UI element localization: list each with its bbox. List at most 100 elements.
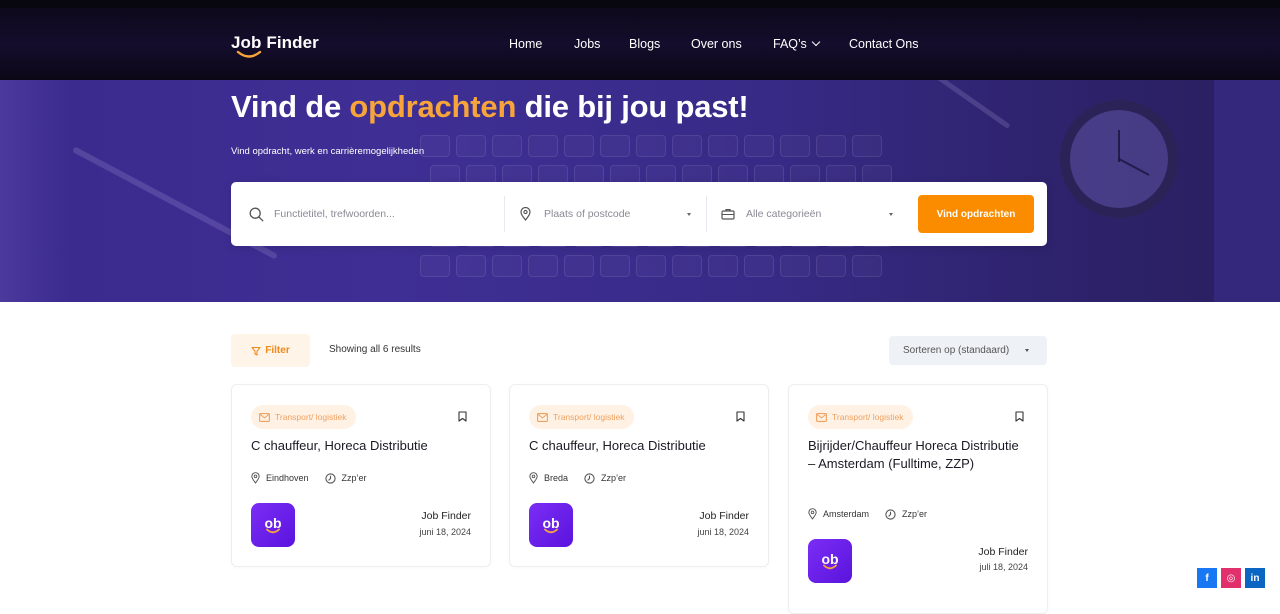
bookmark-icon[interactable] <box>736 411 745 422</box>
keyboard-key-decoration <box>528 255 558 277</box>
keyboard-key-decoration <box>744 255 774 277</box>
keyboard-key-decoration <box>420 135 450 157</box>
hero-title-end: die bij jou past! <box>516 89 749 124</box>
company-logo: ob <box>251 503 295 547</box>
company-name: Job Finder <box>421 510 471 522</box>
nav-home[interactable]: Home <box>509 37 542 51</box>
job-type-label: Zzp’er <box>341 473 367 483</box>
job-card[interactable]: Transport/ logistiek C chauffeur, Horeca… <box>231 384 491 567</box>
keyboard-key-decoration <box>456 135 486 157</box>
keyboard-key-decoration <box>816 255 846 277</box>
bookmark-icon[interactable] <box>458 411 467 422</box>
job-meta: Amsterdam Zzp’er <box>808 508 943 520</box>
job-type: Zzp’er <box>885 508 928 520</box>
hero-pen-decoration <box>909 80 1011 129</box>
field-divider <box>706 196 707 232</box>
keyboard-key-decoration <box>744 135 774 157</box>
results-count: Showing all 6 results <box>329 344 421 355</box>
location-pin-icon <box>529 472 538 484</box>
nav-faq[interactable]: FAQ’s <box>773 37 821 51</box>
location-pin-icon <box>520 207 531 221</box>
clock-icon <box>324 472 336 484</box>
linkedin-icon[interactable]: in <box>1245 568 1265 588</box>
keyboard-key-decoration <box>420 255 450 277</box>
keyboard-key-decoration <box>564 135 594 157</box>
logo-smile-icon <box>266 528 280 534</box>
keyboard-key-decoration <box>600 135 630 157</box>
location-pin-icon <box>251 472 260 484</box>
category-tag[interactable]: Transport/ logistiek <box>251 405 356 429</box>
job-location: Breda <box>529 472 568 484</box>
company-logo: ob <box>808 539 852 583</box>
nav-blogs[interactable]: Blogs <box>629 37 660 51</box>
search-icon <box>249 207 264 221</box>
location-select[interactable]: Plaats of postcode <box>520 182 696 246</box>
job-title[interactable]: C chauffeur, Horeca Distributie <box>529 437 749 455</box>
briefcase-icon <box>721 209 735 220</box>
keyboard-key-decoration <box>672 135 702 157</box>
category-tag[interactable]: Transport/ logistiek <box>529 405 634 429</box>
filter-icon <box>251 346 261 356</box>
filter-button[interactable]: Filter <box>231 334 310 367</box>
keyword-field <box>249 182 499 246</box>
hero-title: Vind de opdrachten die bij jou past! <box>231 89 749 125</box>
clock-icon <box>885 508 896 520</box>
keyboard-key-decoration <box>852 255 882 277</box>
logo-smile-icon <box>823 564 837 570</box>
job-location: Amsterdam <box>808 508 869 520</box>
caret-down-icon <box>889 213 893 216</box>
social-links: f ◎ in <box>1197 568 1269 588</box>
job-card[interactable]: Transport/ logistiek C chauffeur, Horeca… <box>509 384 769 567</box>
keyword-input[interactable] <box>274 208 474 220</box>
job-title[interactable]: Bijrijder/Chauffeur Horeca Distributie –… <box>808 437 1028 473</box>
chevron-down-icon <box>811 37 821 47</box>
hero-title-start: Vind de <box>231 89 350 124</box>
company-name: Job Finder <box>699 510 749 522</box>
category-select-label: Alle categorieën <box>746 208 822 220</box>
keyboard-key-decoration <box>852 135 882 157</box>
post-date: juni 18, 2024 <box>697 527 749 537</box>
job-location-label: Eindhoven <box>266 473 309 483</box>
category-tag-label: Transport/ logistiek <box>553 412 625 422</box>
keyboard-key-decoration <box>780 255 810 277</box>
keyboard-key-decoration <box>780 135 810 157</box>
keyboard-key-decoration <box>636 255 666 277</box>
sort-select[interactable]: Sorteren op (standaard) <box>889 336 1047 365</box>
envelope-icon <box>259 412 270 422</box>
job-location-label: Amsterdam <box>823 509 870 519</box>
facebook-icon[interactable]: f <box>1197 568 1217 588</box>
job-location-label: Breda <box>544 473 569 483</box>
keyboard-key-decoration <box>528 135 558 157</box>
header-top-strip <box>0 0 1280 8</box>
category-tag[interactable]: Transport/ logistiek <box>808 405 913 429</box>
clock-icon <box>584 472 595 484</box>
location-pin-icon <box>808 508 817 520</box>
job-card[interactable]: Transport/ logistiek Bijrijder/Chauffeur… <box>788 384 1048 614</box>
job-location: Eindhoven <box>251 472 309 484</box>
job-type-label: Zzp’er <box>902 509 928 519</box>
job-meta: Breda Zzp’er <box>529 472 642 484</box>
nav-contact[interactable]: Contact Ons <box>849 37 918 51</box>
hero-subtitle: Vind opdracht, werk en carrièremogelijkh… <box>231 146 425 157</box>
post-date: juni 18, 2024 <box>419 527 471 537</box>
envelope-icon <box>537 412 548 422</box>
job-meta: Eindhoven Zzp’er <box>251 472 383 484</box>
filter-label: Filter <box>265 345 290 356</box>
job-title[interactable]: C chauffeur, Horeca Distributie <box>251 437 471 455</box>
caret-down-icon <box>1025 349 1029 352</box>
instagram-icon[interactable]: ◎ <box>1221 568 1241 588</box>
keyboard-key-decoration <box>600 255 630 277</box>
search-submit-button[interactable]: Vind opdrachten <box>918 195 1034 233</box>
post-date: juli 18, 2024 <box>979 562 1028 572</box>
category-tag-label: Transport/ logistiek <box>832 412 904 422</box>
hero-right-shade <box>1214 80 1280 302</box>
keyboard-key-decoration <box>636 135 666 157</box>
nav-jobs[interactable]: Jobs <box>574 37 600 51</box>
nav-over-ons[interactable]: Over ons <box>691 37 742 51</box>
bookmark-icon[interactable] <box>1015 411 1024 422</box>
field-divider <box>504 196 505 232</box>
category-select[interactable]: Alle categorieën <box>721 182 897 246</box>
keyboard-key-decoration <box>564 255 594 277</box>
keyboard-key-decoration <box>816 135 846 157</box>
site-header: Job Finder Home Jobs Blogs Over ons FAQ’… <box>0 0 1280 80</box>
